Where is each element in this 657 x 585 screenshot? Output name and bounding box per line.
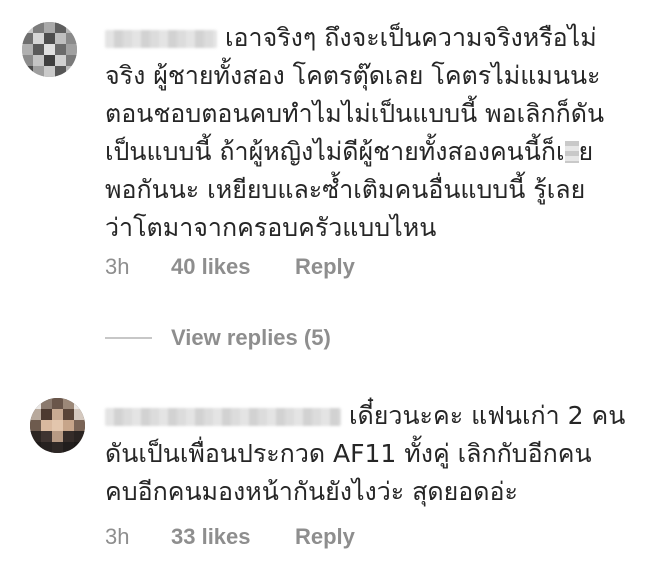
avatar[interactable]: [22, 22, 77, 77]
comment-line: คบอีกคนมองหน้ากันยังไงว่ะ สุดยอดอ่ะ: [105, 477, 518, 506]
likes-count[interactable]: 33 likes: [171, 524, 251, 550]
divider: [105, 337, 152, 339]
view-replies-label: View replies (5): [171, 325, 331, 350]
username[interactable]: [105, 30, 217, 48]
comment-2: เดี๋ยวนะคะ แฟนเก่า 2 คน ดันเป็นเพื่อนประ…: [0, 380, 657, 585]
comment-line: ตอนชอบตอนคบทำไมไม่เป็นแบบนี้ พอเลิกก็ดัน: [105, 99, 605, 128]
reply-button[interactable]: Reply: [295, 254, 355, 280]
comment-line: เดี๋ยวนะคะ แฟนเก่า 2 คน: [105, 397, 625, 435]
censor-mark: [564, 141, 579, 163]
likes-count[interactable]: 40 likes: [171, 254, 251, 280]
comment-line: เอาจริงๆ ถึงจะเป็นความจริงหรือไม่: [105, 19, 604, 57]
comment-text: เดี๋ยวนะคะ แฟนเก่า 2 คน ดันเป็นเพื่อนประ…: [105, 397, 625, 511]
username[interactable]: [105, 408, 341, 426]
reply-button[interactable]: Reply: [295, 524, 355, 550]
comment-line: จริง ผู้ชายทั้งสอง โคตรตุ๊ดเลย โคตรไม่แม…: [105, 61, 601, 90]
timestamp: 3h: [105, 254, 130, 279]
timestamp: 3h: [105, 524, 130, 549]
comment-line: ดันเป็นเพื่อนประกวด AF11 ทั้งคู่ เลิกกับ…: [105, 439, 592, 468]
comment-text: เอาจริงๆ ถึงจะเป็นความจริงหรือไม่ จริง ผ…: [105, 19, 604, 247]
comment-1: เอาจริงๆ ถึงจะเป็นความจริงหรือไม่ จริง ผ…: [0, 0, 657, 300]
comment-line: ว่าโตมาจากครอบครัวแบบไหน: [105, 213, 437, 242]
comment-line: พอกันนะ เหยียบและซ้ำเติมคนอื่นแบบนี้ รู้…: [105, 175, 586, 204]
comment-line: เป็นแบบนี้ ถ้าผู้หญิงไม่ดีผู้ชายทั้งสองค…: [105, 137, 594, 166]
avatar[interactable]: [30, 398, 85, 453]
